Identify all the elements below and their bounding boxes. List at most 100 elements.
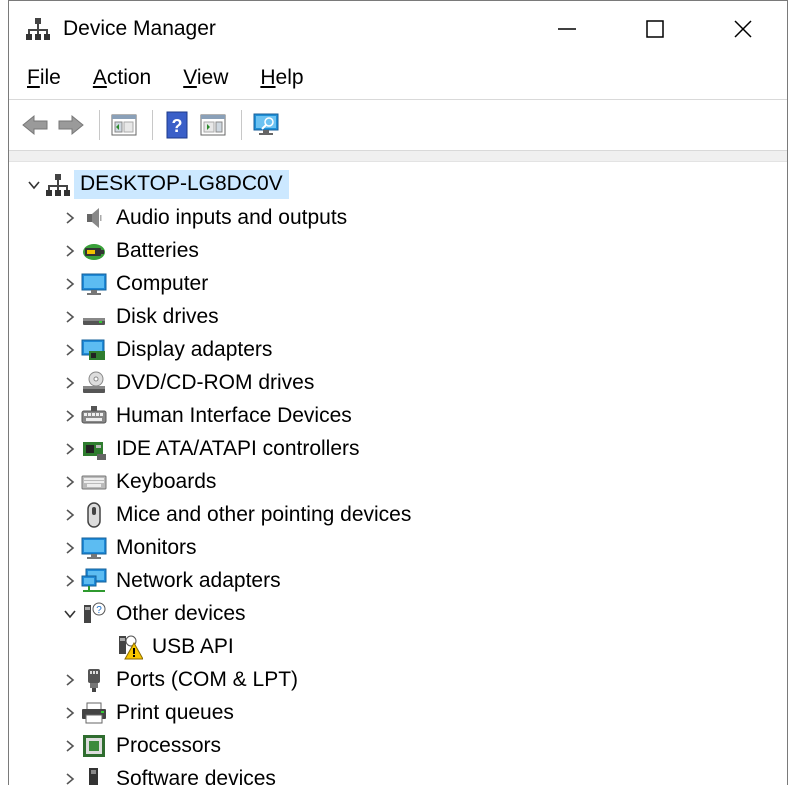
maximize-icon [646,20,664,38]
menu-bar: File Action View Help [9,57,787,99]
device-manager-window: Device Manager File Action View Help ? D… [8,0,788,785]
chevron-down-icon[interactable] [59,603,81,625]
show-hide-action-pane-button[interactable] [197,109,229,141]
chevron-right-icon[interactable] [59,768,81,785]
tree-item-audio[interactable]: Audio inputs and outputs [9,201,787,234]
menu-view-label: iew [196,66,229,89]
warning-device-icon [117,634,143,660]
chevron-right-icon[interactable] [59,537,81,559]
tree-item-monitors[interactable]: Monitors [9,531,787,564]
chevron-right-icon[interactable] [59,306,81,328]
pane-divider [9,151,787,162]
forward-button[interactable] [55,109,87,141]
chevron-right-icon[interactable] [59,438,81,460]
minimize-button[interactable] [523,1,611,57]
show-hide-console-tree-button[interactable] [108,109,140,141]
tree-item-label: Audio inputs and outputs [116,205,348,229]
tree-item-display-adapters[interactable]: Display adapters [9,333,787,366]
printer-icon [81,700,107,726]
speaker-icon [81,205,107,231]
menu-view[interactable]: View [183,66,228,90]
computer-icon [81,271,107,297]
tree-item-keyboards[interactable]: Keyboards [9,465,787,498]
menu-help[interactable]: Help [260,66,303,90]
tree-item-label: Batteries [116,238,199,262]
tree-item-batteries[interactable]: Batteries [9,234,787,267]
chevron-right-icon[interactable] [59,240,81,262]
menu-file-accelerator: F [27,66,40,89]
chevron-right-icon[interactable] [59,702,81,724]
chevron-right-icon[interactable] [59,372,81,394]
tree-item-hid[interactable]: Human Interface Devices [9,399,787,432]
tree-item-ide-controllers[interactable]: IDE ATA/ATAPI controllers [9,432,787,465]
menu-file-label: ile [39,66,61,89]
hid-icon [81,403,107,429]
tree-item-usb-api[interactable]: USB API [9,630,787,663]
unknown-device-icon: ? [81,601,107,627]
disk-drive-icon [81,304,107,330]
tree-item-computer[interactable]: Computer [9,267,787,300]
menu-view-accelerator: V [183,66,197,89]
menu-file[interactable]: File [27,66,61,90]
tree-item-label: DVD/CD-ROM drives [116,370,315,394]
chevron-right-icon[interactable] [59,471,81,493]
chevron-right-icon[interactable] [59,273,81,295]
chevron-right-icon[interactable] [59,669,81,691]
toolbar-separator [152,110,153,140]
dvd-drive-icon [81,370,107,396]
tree-item-disk-drives[interactable]: Disk drives [9,300,787,333]
title-bar[interactable]: Device Manager [9,1,787,57]
toolbar-separator [241,110,242,140]
show-hide-console-tree-icon [111,114,137,136]
tree-item-label: Software devices [116,766,276,785]
help-button[interactable]: ? [161,109,193,141]
tree-item-other-devices[interactable]: ? Other devices [9,597,787,630]
chevron-right-icon[interactable] [59,207,81,229]
network-adapter-icon [81,568,107,594]
tree-item-software-devices[interactable]: Software devices [9,762,787,785]
port-icon [81,667,107,693]
tree-item-label: Display adapters [116,337,273,361]
maximize-button[interactable] [611,1,699,57]
tree-item-label: Disk drives [116,304,219,328]
close-button[interactable] [699,1,787,57]
menu-help-label: elp [275,66,304,89]
scan-hardware-changes-button[interactable] [250,109,282,141]
chevron-right-icon[interactable] [59,570,81,592]
tree-item-dvd-drives[interactable]: DVD/CD-ROM drives [9,366,787,399]
scan-hardware-changes-icon [253,113,279,135]
chevron-right-icon[interactable] [59,405,81,427]
tree-item-label: Other devices [116,601,246,625]
toolbar: ? [9,99,787,151]
device-manager-icon [25,16,51,42]
chevron-right-icon[interactable] [59,735,81,757]
tree-item-label: IDE ATA/ATAPI controllers [116,436,360,460]
menu-action-label: ction [106,66,152,89]
tree-item-network-adapters[interactable]: Network adapters [9,564,787,597]
back-button[interactable] [19,109,51,141]
tree-item-label: Network adapters [116,568,281,592]
chevron-right-icon[interactable] [59,504,81,526]
tree-root[interactable]: DESKTOP-LG8DC0V [9,168,787,201]
computer-network-icon [45,172,71,198]
tree-item-label: Computer [116,271,209,295]
tree-item-label: Monitors [116,535,197,559]
chevron-down-icon[interactable] [23,174,45,196]
back-arrow-icon [22,114,48,136]
keyboard-icon [81,469,107,495]
tree-item-mice[interactable]: Mice and other pointing devices [9,498,787,531]
show-hide-action-pane-icon [200,114,226,136]
forward-arrow-icon [58,114,84,136]
device-tree: DESKTOP-LG8DC0V Audio inputs and outputs… [9,162,787,785]
tree-item-print-queues[interactable]: Print queues [9,696,787,729]
tree-item-ports[interactable]: Ports (COM & LPT) [9,663,787,696]
software-device-icon [81,766,107,785]
tree-item-processors[interactable]: Processors [9,729,787,762]
svg-text:?: ? [96,605,102,616]
chevron-right-icon[interactable] [59,339,81,361]
tree-item-label: Processors [116,733,222,757]
toolbar-separator [99,110,100,140]
processor-icon [81,733,107,759]
help-icon: ? [166,111,188,139]
menu-action[interactable]: Action [93,66,151,90]
